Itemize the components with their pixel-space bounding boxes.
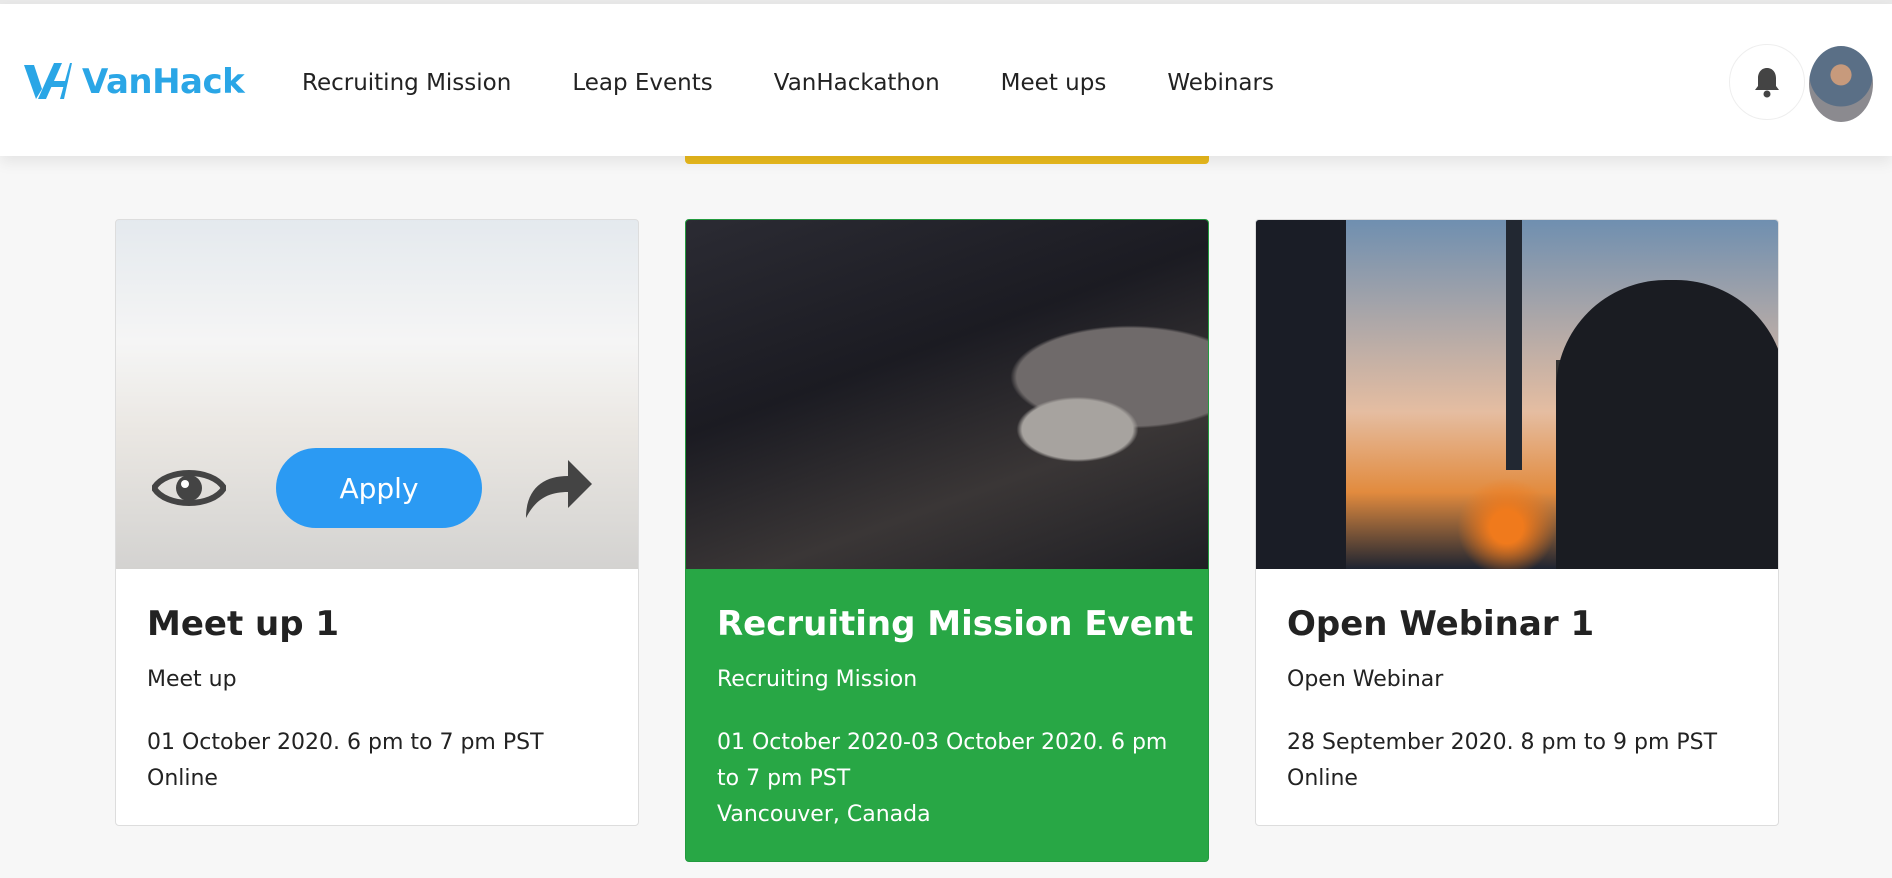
event-date: 28 September 2020. 8 pm to 9 pm PST: [1287, 730, 1718, 755]
event-card-meetup[interactable]: Apply Meet up 1 Meet up 01 October 2020.…: [115, 219, 639, 826]
nav-webinars[interactable]: Webinars: [1167, 70, 1274, 96]
nav-leap-events[interactable]: Leap Events: [572, 70, 712, 96]
vanhack-logo[interactable]: VanHack: [22, 59, 245, 105]
event-location: Online: [1287, 766, 1358, 791]
notifications-button[interactable]: [1729, 44, 1805, 120]
event-location: Online: [147, 766, 218, 791]
event-image: [686, 220, 1208, 569]
card-actions: Apply: [116, 448, 638, 528]
event-card-webinar[interactable]: Open Webinar 1 Open Webinar 28 September…: [1255, 219, 1779, 826]
event-title: Open Webinar 1: [1287, 604, 1595, 644]
nav-recruiting-mission[interactable]: Recruiting Mission: [302, 70, 511, 96]
event-title: Meet up 1: [147, 604, 340, 644]
event-type: Open Webinar: [1287, 667, 1444, 692]
event-title: Recruiting Mission Event 1: [717, 604, 1209, 644]
bell-icon: [1755, 68, 1779, 98]
event-details: 01 October 2020-03 October 2020. 6 pm to…: [717, 725, 1187, 833]
event-card-recruiting-mission[interactable]: Recruiting Mission Event 1 Recruiting Mi…: [685, 219, 1209, 862]
eye-icon[interactable]: [152, 462, 226, 514]
nav-meet-ups[interactable]: Meet ups: [1001, 70, 1107, 96]
event-date: 01 October 2020-03 October 2020. 6 pm to…: [717, 730, 1168, 791]
user-avatar[interactable]: [1809, 46, 1873, 122]
share-icon[interactable]: [516, 448, 596, 528]
apply-button[interactable]: Apply: [276, 448, 482, 528]
event-type: Recruiting Mission: [717, 667, 918, 692]
event-image: [1256, 220, 1778, 569]
event-image: Apply: [116, 220, 638, 569]
vanhack-logo-icon: [24, 63, 72, 99]
image-window-bar: [1506, 220, 1522, 470]
brand-name: VanHack: [82, 62, 245, 102]
image-person: [1556, 280, 1778, 569]
event-location: Vancouver, Canada: [717, 802, 931, 827]
event-details: 28 September 2020. 8 pm to 9 pm PST Onli…: [1287, 725, 1757, 797]
main-nav: Recruiting Mission Leap Events VanHackat…: [302, 70, 1335, 96]
event-type: Meet up: [147, 667, 237, 692]
event-details: 01 October 2020. 6 pm to 7 pm PST Online: [147, 725, 617, 797]
event-date: 01 October 2020. 6 pm to 7 pm PST: [147, 730, 544, 755]
top-navbar: VanHack Recruiting Mission Leap Events V…: [0, 4, 1892, 156]
nav-vanhackathon[interactable]: VanHackathon: [774, 70, 940, 96]
image-window-frame: [1256, 220, 1346, 569]
